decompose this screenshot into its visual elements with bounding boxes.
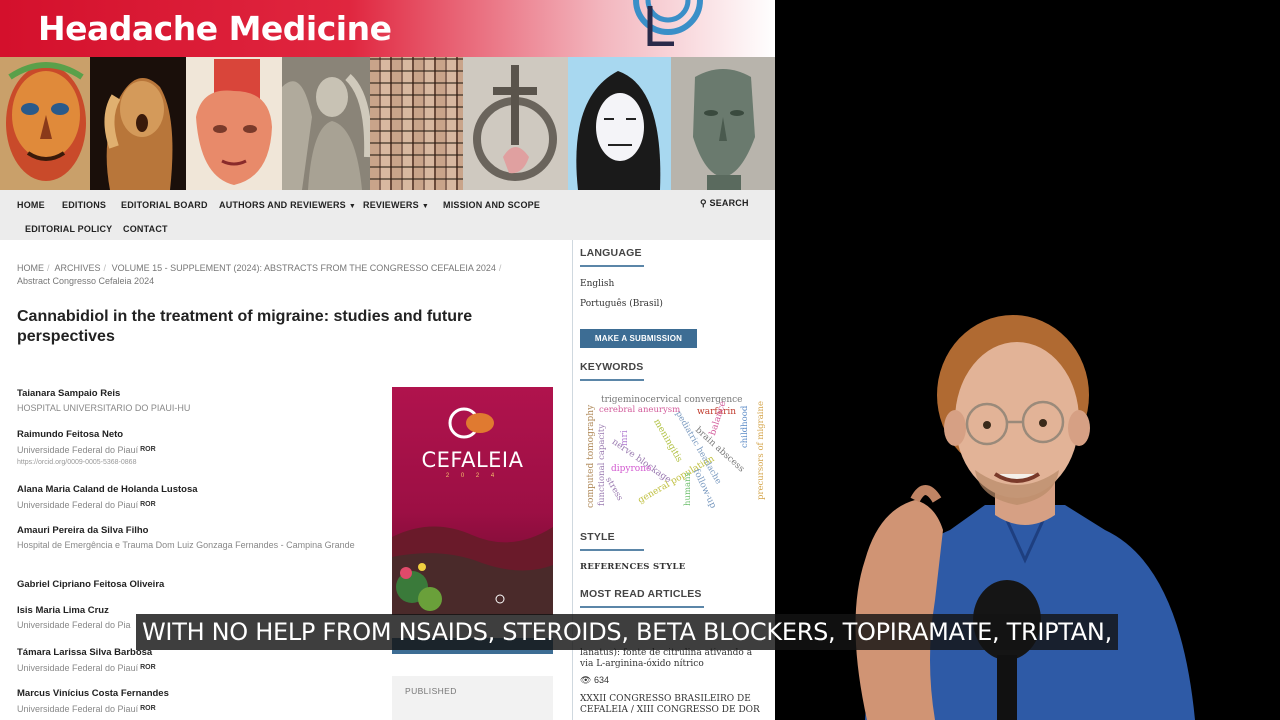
nav-editions[interactable]: EDITIONS xyxy=(62,200,106,210)
nav-search-label: SEARCH xyxy=(709,198,749,208)
author-entry: Gabriel Cipriano Feitosa Oliveira xyxy=(17,579,367,590)
art-banner-strip xyxy=(0,57,775,190)
view-count: 👁 634 xyxy=(580,675,609,686)
nav-mission-scope[interactable]: MISSION AND SCOPE xyxy=(443,200,540,210)
author-affiliation: Hospital de Emergência e Trauma Dom Luiz… xyxy=(17,540,355,550)
journal-website: Headache Medicine HOME EDITIONS EDITORIA… xyxy=(0,0,775,720)
nav-home[interactable]: HOME xyxy=(17,200,45,210)
author-affiliation: Universidade Federal do Piauí xyxy=(17,445,139,455)
heading-underline xyxy=(580,549,644,551)
author-affiliation: Universidade Federal do Piauí xyxy=(17,704,139,714)
journal-banner: Headache Medicine xyxy=(0,0,775,57)
eye-icon: 👁 xyxy=(580,675,592,685)
issue-cover-image[interactable]: CEFALEIA 2 0 2 4 xyxy=(392,387,553,615)
search-icon: ⚲ xyxy=(700,198,707,208)
author-affiliation-row: Universidade Federal do Piauí ROR xyxy=(17,661,367,675)
make-submission-button[interactable]: MAKE A SUBMISSION xyxy=(580,329,697,348)
nav-reviewers-label: REVIEWERS xyxy=(363,200,419,210)
style-heading: STYLE xyxy=(580,531,615,543)
author-affiliation-row: Universidade Federal do Piauí ROR xyxy=(17,443,367,457)
author-name: Gabriel Cipriano Feitosa Oliveira xyxy=(17,579,165,590)
breadcrumb-volume[interactable]: VOLUME 15 - SUPPLEMENT (2024): ABSTRACTS… xyxy=(112,263,496,273)
cover-year: 2 0 2 4 xyxy=(445,473,500,479)
chevron-down-icon: ▼ xyxy=(421,203,429,210)
author-affiliation: Universidade Federal do Piauí xyxy=(17,500,139,510)
breadcrumb: HOME / ARCHIVES / VOLUME 15 - SUPPLEMENT (… xyxy=(17,263,502,286)
nav-contact[interactable]: CONTACT xyxy=(123,224,168,234)
ror-icon[interactable]: ROR xyxy=(140,501,156,508)
article-title: Cannabidiol in the treatment of migraine… xyxy=(17,308,473,345)
author-entry: Marcus Vinícius Costa Fernandes Universi… xyxy=(17,688,367,716)
author-affiliation: HOSPITAL UNIVERSITARIO DO PIAUI-HU xyxy=(17,403,191,413)
ror-icon[interactable]: ROR xyxy=(140,705,156,712)
nav-editorial-policy[interactable]: EDITORIAL POLICY xyxy=(25,224,112,234)
art-stone-angel-image xyxy=(282,57,370,190)
orcid-link[interactable]: https://orcid.org/0009-0005-5368-0868 xyxy=(17,459,367,466)
author-entry: Támara Larissa Silva Barbosa Universidad… xyxy=(17,647,367,675)
ror-icon[interactable]: ROR xyxy=(140,664,156,671)
video-caption: WITH NO HELP FROM NSAIDS, STEROIDS, BETA… xyxy=(136,614,1118,650)
author-name: Raimundo Feitosa Neto xyxy=(17,429,124,440)
heading-underline xyxy=(580,379,644,381)
author-affiliation-row: Universidade Federal do Piauí ROR xyxy=(17,498,367,512)
art-faces-mosaic-image xyxy=(370,57,463,190)
keyword-link[interactable]: precursors of migraine xyxy=(756,401,766,500)
keyword-link[interactable]: balance xyxy=(708,400,728,437)
published-info-box: PUBLISHED xyxy=(392,676,553,720)
heading-underline xyxy=(580,606,704,608)
author-entry: Raimundo Feitosa Neto Universidade Feder… xyxy=(17,429,367,466)
art-brick-head-image xyxy=(186,57,282,190)
author-entry: Taianara Sampaio Reis HOSPITAL UNIVERSIT… xyxy=(17,388,367,415)
author-entry: Amauri Pereira da Silva Filho Hospital d… xyxy=(17,525,367,552)
language-english-link[interactable]: English xyxy=(580,279,614,289)
references-style-link[interactable]: REFERENCES STYLE xyxy=(580,562,686,572)
breadcrumb-current: Abstract Congresso Cefaleia 2024 xyxy=(17,276,155,286)
author-name: Alana Maria Caland de Holanda Lustosa xyxy=(17,484,198,495)
main-navigation: HOME EDITIONS EDITORIAL BOARD AUTHORS AN… xyxy=(0,190,775,240)
keyword-link[interactable]: childhood xyxy=(740,406,750,448)
language-portuguese-link[interactable]: Português (Brasil) xyxy=(580,299,663,309)
keyword-link[interactable]: nerve blockage xyxy=(610,437,673,485)
journal-logo-icon[interactable] xyxy=(628,0,708,46)
heading-underline xyxy=(580,265,644,267)
art-painted-face-image xyxy=(0,57,90,190)
art-bronze-head-image xyxy=(671,57,775,190)
most-read-article-link[interactable]: XXXII CONGRESSO BRASILEIRO DE CEFALEIA /… xyxy=(580,694,765,716)
nav-search[interactable]: ⚲ SEARCH xyxy=(700,198,749,209)
breadcrumb-archives[interactable]: ARCHIVES xyxy=(55,263,101,273)
view-count-value: 634 xyxy=(593,675,609,685)
art-face-drawing-image xyxy=(568,57,671,190)
author-name: Marcus Vinícius Costa Fernandes xyxy=(17,688,169,699)
presenter-image xyxy=(855,315,1195,720)
chevron-down-icon: ▼ xyxy=(348,203,357,210)
author-affiliation-row: Universidade Federal do Piauí ROR xyxy=(17,702,367,716)
language-heading: LANGUAGE xyxy=(580,247,642,259)
art-pendulum-sculpture-image xyxy=(463,57,568,190)
keyword-link[interactable]: cerebral aneurysm xyxy=(599,406,680,415)
most-read-article-link[interactable]: lanatus): fonte de citrulina ativando a … xyxy=(580,648,765,670)
author-affiliation: Universidade Federal do Piauí xyxy=(17,663,139,673)
cover-title: CEFALEIA xyxy=(421,448,524,472)
nav-editorial-board[interactable]: EDITORIAL BOARD xyxy=(121,200,208,210)
keyword-link[interactable]: humans xyxy=(683,472,693,506)
journal-title[interactable]: Headache Medicine xyxy=(38,9,392,48)
nav-reviewers[interactable]: REVIEWERS ▼ xyxy=(363,200,429,210)
nav-authors-reviewers-label: AUTHORS AND REVIEWERS xyxy=(219,200,346,210)
most-read-heading: MOST READ ARTICLES xyxy=(580,588,702,600)
keyword-link[interactable]: computed tomography xyxy=(586,405,596,508)
published-label: PUBLISHED xyxy=(405,686,457,696)
breadcrumb-home[interactable]: HOME xyxy=(17,263,44,273)
keyword-link[interactable]: dipyrone xyxy=(611,465,651,474)
author-name: Amauri Pereira da Silva Filho xyxy=(17,525,149,536)
keywords-heading: KEYWORDS xyxy=(580,361,644,373)
art-scream-sculpture-image xyxy=(90,57,186,190)
nav-authors-reviewers[interactable]: AUTHORS AND REVIEWERS ▼ xyxy=(219,200,356,210)
ror-icon[interactable]: ROR xyxy=(140,446,156,453)
author-entry: Alana Maria Caland de Holanda Lustosa Un… xyxy=(17,484,367,512)
author-name: Taianara Sampaio Reis xyxy=(17,388,121,399)
keyword-link[interactable]: functional capacity xyxy=(597,424,607,506)
keyword-cloud: trigeminocervical convergence cerebral a… xyxy=(581,390,766,520)
presenter-video xyxy=(775,0,1280,720)
